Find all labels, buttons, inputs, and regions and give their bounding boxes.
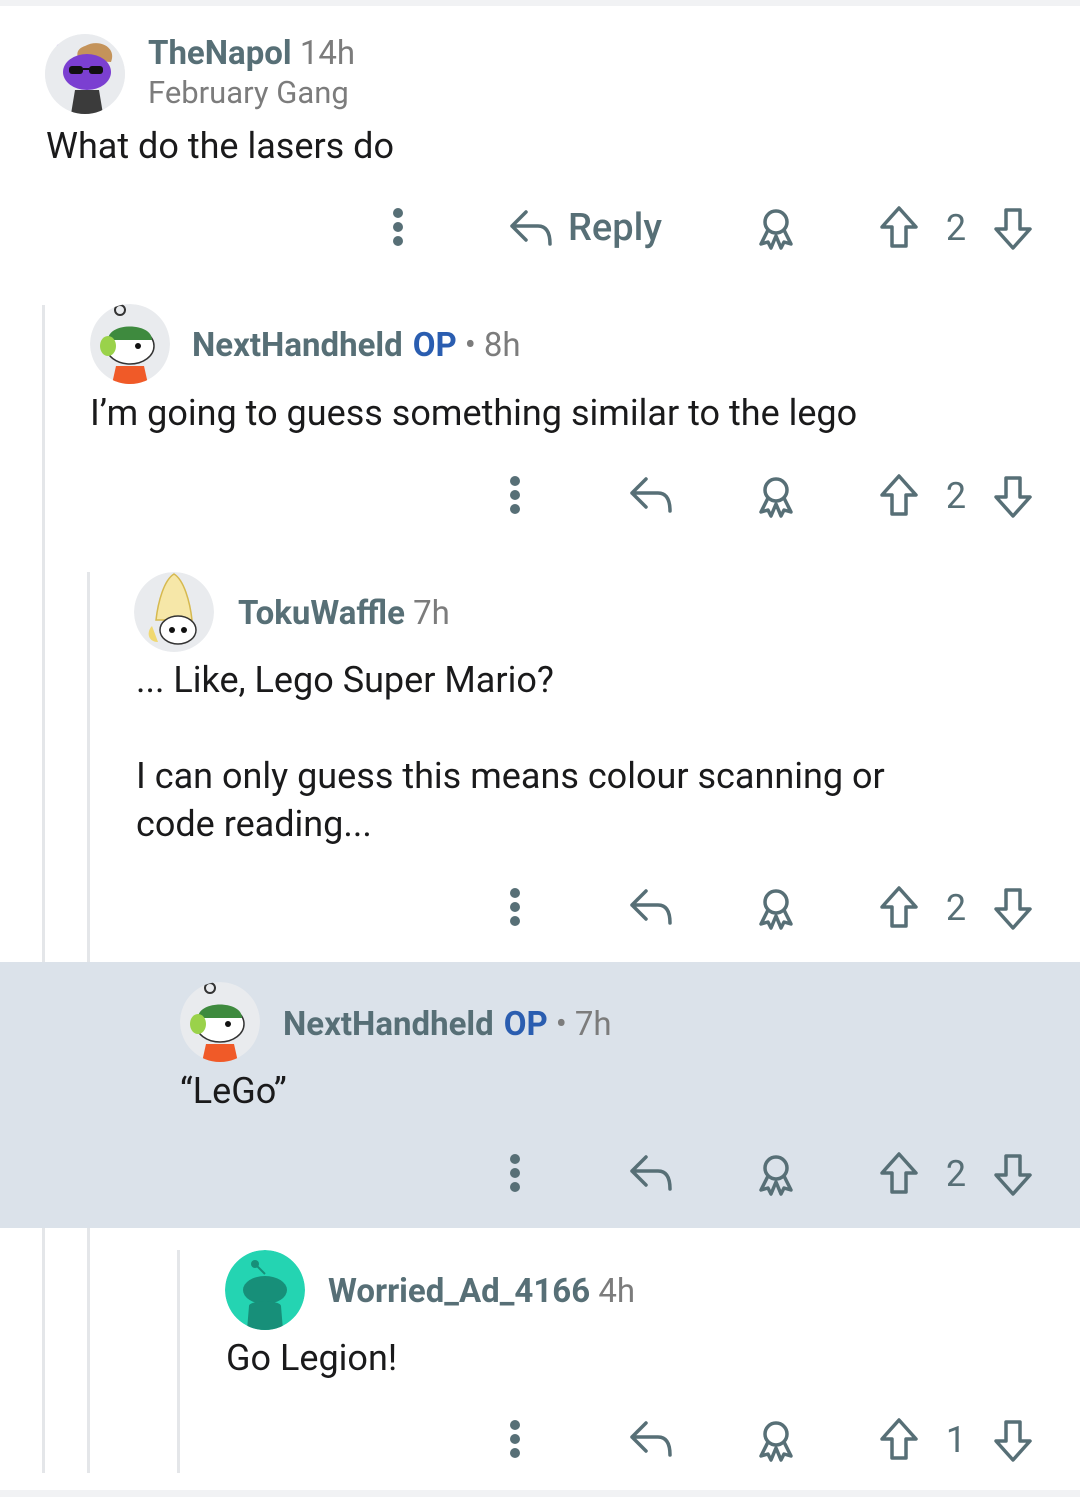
more-options-icon[interactable]	[380, 204, 416, 250]
comment-body: ... Like, Lego Super Mario? I can only g…	[136, 659, 885, 845]
reply-icon[interactable]	[626, 882, 676, 932]
downvote-icon[interactable]	[990, 1150, 1036, 1200]
more-options-icon[interactable]	[497, 1416, 533, 1462]
comment-nexthandheld-1: NextHandheld OP • 8h I’m going to guess som…	[0, 290, 1080, 560]
comment-tokuwaffle: TokuWaffle 7h ... Like, Lego Super Mario…	[0, 560, 1080, 962]
more-options-icon[interactable]	[497, 472, 533, 518]
award-icon[interactable]	[752, 1150, 800, 1198]
vote-score: 2	[945, 1153, 967, 1195]
downvote-icon[interactable]	[990, 884, 1036, 934]
comment-meta: TheNapol 14h	[148, 34, 355, 73]
comment-meta: NextHandheld OP • 8h	[192, 326, 521, 365]
comment-thenapol: TheNapol 14h February Gang What do the l…	[0, 0, 1080, 290]
comment-body: I’m going to guess something similar to …	[90, 392, 858, 434]
avatar[interactable]	[180, 982, 260, 1062]
more-options-icon[interactable]	[497, 1150, 533, 1196]
op-badge: OP	[412, 326, 457, 365]
upvote-icon[interactable]	[876, 470, 922, 520]
timestamp: 8h	[483, 326, 521, 365]
downvote-icon[interactable]	[990, 1416, 1036, 1466]
avatar[interactable]	[90, 304, 170, 384]
comment-meta: NextHandheld OP • 7h	[283, 1005, 612, 1044]
username[interactable]: TokuWaffle	[238, 594, 405, 633]
award-icon[interactable]	[752, 472, 800, 520]
vote-score: 2	[945, 207, 967, 249]
vote-score: 2	[945, 475, 967, 517]
timestamp: 7h	[413, 594, 450, 633]
upvote-icon[interactable]	[876, 1414, 922, 1464]
bottom-divider	[0, 1490, 1080, 1497]
comment-body: Go Legion!	[226, 1337, 398, 1379]
reply-icon	[510, 210, 552, 246]
upvote-icon[interactable]	[876, 202, 922, 252]
avatar[interactable]	[134, 572, 214, 652]
reply-label: Reply	[568, 206, 662, 250]
comment-body: What do the lasers do	[46, 125, 394, 167]
user-flair: February Gang	[148, 74, 349, 111]
comment-meta: Worried_Ad_4166 4h	[328, 1272, 635, 1311]
username[interactable]: TheNapol	[148, 34, 292, 73]
comment-meta: TokuWaffle 7h	[238, 594, 450, 633]
username[interactable]: Worried_Ad_4166	[328, 1272, 590, 1311]
comment-worried-ad-4166: Worried_Ad_4166 4h Go Legion! 1	[0, 1228, 1080, 1490]
reply-icon[interactable]	[626, 1414, 676, 1464]
avatar[interactable]	[225, 1250, 305, 1330]
username[interactable]: NextHandheld	[283, 1005, 494, 1044]
vote-score: 1	[945, 1419, 967, 1461]
timestamp: 4h	[598, 1272, 636, 1311]
op-badge: OP	[503, 1005, 548, 1044]
reply-icon[interactable]	[626, 1148, 676, 1198]
reply-icon[interactable]	[626, 470, 676, 520]
upvote-icon[interactable]	[876, 882, 922, 932]
reply-button[interactable]: Reply	[508, 200, 662, 256]
username[interactable]: NextHandheld	[192, 326, 403, 365]
comment-nexthandheld-2: NextHandheld OP • 7h “LeGo” 2	[0, 962, 1080, 1228]
award-icon[interactable]	[752, 884, 800, 932]
timestamp: 7h	[574, 1005, 612, 1044]
upvote-icon[interactable]	[876, 1148, 922, 1198]
downvote-icon[interactable]	[990, 204, 1036, 254]
timestamp: 14h	[299, 34, 356, 73]
award-icon[interactable]	[752, 204, 800, 252]
more-options-icon[interactable]	[497, 884, 533, 930]
downvote-icon[interactable]	[990, 472, 1036, 522]
vote-score: 2	[945, 887, 967, 929]
award-icon[interactable]	[752, 1416, 800, 1464]
comment-body: “LeGo”	[180, 1070, 287, 1112]
separator: •	[464, 326, 476, 365]
avatar[interactable]	[45, 34, 125, 114]
separator: •	[555, 1005, 567, 1044]
